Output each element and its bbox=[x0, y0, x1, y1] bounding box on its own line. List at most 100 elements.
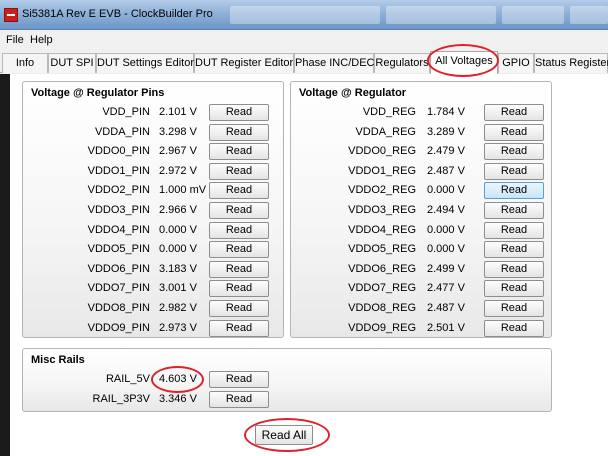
vddo2-pin-value: 1.000 mV bbox=[159, 184, 207, 197]
vdda-reg-read-button[interactable]: Read bbox=[484, 123, 544, 141]
vddo4-reg-read-button[interactable]: Read bbox=[484, 221, 544, 239]
vddo5-pin-value: 0.000 V bbox=[159, 243, 197, 256]
vdd-pin-value: 2.101 V bbox=[159, 106, 197, 118]
vddo5-pin-label: VDDO5_PIN bbox=[87, 243, 150, 256]
vddo6-pin-label: VDDO6_PIN bbox=[87, 262, 150, 275]
vddo7-reg-read-button[interactable]: Read bbox=[484, 280, 544, 298]
rail-5v-read-button[interactable]: Read bbox=[209, 371, 269, 388]
vdd-reg-label: VDD_REG bbox=[362, 106, 416, 118]
vddo8-reg-label: VDDO8_REG bbox=[348, 302, 416, 314]
vddo9-reg-read-button[interactable]: Read bbox=[484, 319, 544, 337]
regulator-panel: Voltage @ Regulator VDD_REG 1.784 V Read VD… bbox=[290, 81, 552, 338]
vddo6-pin-read-button[interactable]: Read bbox=[209, 260, 269, 278]
menu-bar: File Help bbox=[0, 30, 608, 50]
vddo2-reg-label: VDDO2_REG bbox=[348, 184, 416, 197]
tab-regulators[interactable]: Regulators bbox=[374, 53, 430, 73]
vddo7-reg-value: 2.477 V bbox=[427, 282, 465, 295]
vddo7-pin-label: VDDO7_PIN bbox=[87, 282, 150, 295]
vdd-pin-label: VDD_PIN bbox=[102, 106, 150, 118]
vddo6-reg-value: 2.499 V bbox=[427, 262, 465, 275]
tab-dut-register-editor[interactable]: DUT Register Editor bbox=[194, 53, 294, 73]
vddo8-reg-value: 2.487 V bbox=[427, 302, 465, 314]
vddo3-reg-value: 2.494 V bbox=[427, 204, 465, 216]
vddo0-reg-value: 2.479 V bbox=[427, 145, 465, 158]
rail-3p3v-read-button[interactable]: Read bbox=[209, 390, 269, 408]
vddo3-pin-label: VDDO3_PIN bbox=[87, 204, 150, 216]
vddo9-reg-value: 2.501 V bbox=[427, 321, 465, 334]
vddo3-reg-read-button[interactable]: Read bbox=[484, 202, 544, 219]
regulator-title: Voltage @ Regulator bbox=[299, 87, 407, 99]
vddo0-pin-read-button[interactable]: Read bbox=[209, 143, 269, 161]
background-tab[interactable] bbox=[570, 6, 608, 24]
menu-help[interactable]: Help bbox=[30, 34, 53, 46]
read-all-button[interactable]: Read All bbox=[255, 425, 313, 445]
vddo0-pin-label: VDDO0_PIN bbox=[87, 145, 150, 158]
vddo2-pin-label: VDDO2_PIN bbox=[87, 184, 150, 197]
tab-dut-spi[interactable]: DUT SPI bbox=[48, 53, 96, 73]
vddo7-reg-label: VDDO7_REG bbox=[348, 282, 416, 295]
tab-dut-settings-editor[interactable]: DUT Settings Editor bbox=[96, 53, 194, 73]
vddo2-pin-read-button[interactable]: Read bbox=[209, 182, 269, 200]
vddo8-pin-label: VDDO8_PIN bbox=[87, 302, 150, 314]
vddo0-reg-label: VDDO0_REG bbox=[348, 145, 416, 158]
vdd-reg-read-button[interactable]: Read bbox=[484, 104, 544, 121]
window-title: Si5381A Rev E EVB - ClockBuilder Pro bbox=[22, 8, 213, 20]
vddo1-reg-read-button[interactable]: Read bbox=[484, 162, 544, 180]
vddo1-pin-read-button[interactable]: Read bbox=[209, 162, 269, 180]
vdda-reg-value: 3.289 V bbox=[427, 125, 465, 138]
vddo6-reg-label: VDDO6_REG bbox=[348, 262, 416, 275]
background-tab[interactable] bbox=[230, 6, 380, 24]
vddo9-pin-value: 2.973 V bbox=[159, 321, 197, 334]
vddo5-pin-read-button[interactable]: Read bbox=[209, 241, 269, 259]
vddo3-reg-label: VDDO3_REG bbox=[348, 204, 416, 216]
menu-file[interactable]: File bbox=[6, 34, 24, 46]
vdd-reg-value: 1.784 V bbox=[427, 106, 465, 118]
rail-3p3v-value: 3.346 V bbox=[159, 392, 197, 405]
regulator-pins-panel: Voltage @ Regulator Pins VDD_PIN 2.101 V R… bbox=[22, 81, 284, 338]
vdda-pin-read-button[interactable]: Read bbox=[209, 123, 269, 141]
tab-phase-inc-dec[interactable]: Phase INC/DEC bbox=[294, 53, 374, 73]
tab-all-voltages[interactable]: All Voltages bbox=[430, 51, 498, 74]
vddo1-pin-value: 2.972 V bbox=[159, 164, 197, 177]
vddo9-pin-label: VDDO9_PIN bbox=[87, 321, 150, 334]
vddo5-reg-label: VDDO5_REG bbox=[348, 243, 416, 256]
vddo7-pin-value: 3.001 V bbox=[159, 282, 197, 295]
background-tab[interactable] bbox=[502, 6, 564, 24]
vddo5-reg-read-button[interactable]: Read bbox=[484, 241, 544, 259]
vddo2-reg-read-button[interactable]: Read bbox=[484, 182, 544, 200]
background-tab[interactable] bbox=[386, 6, 496, 24]
vddo1-reg-label: VDDO1_REG bbox=[348, 164, 416, 177]
regulator-pins-title: Voltage @ Regulator Pins bbox=[31, 87, 165, 99]
vddo0-reg-read-button[interactable]: Read bbox=[484, 143, 544, 161]
misc-rails-title: Misc Rails bbox=[31, 354, 85, 366]
tab-info[interactable]: Info bbox=[2, 53, 48, 73]
vddo6-reg-read-button[interactable]: Read bbox=[484, 260, 544, 278]
vddo1-pin-label: VDDO1_PIN bbox=[87, 164, 150, 177]
vddo6-pin-value: 3.183 V bbox=[159, 262, 197, 275]
vddo3-pin-value: 2.966 V bbox=[159, 204, 197, 216]
vddo8-pin-value: 2.982 V bbox=[159, 302, 197, 314]
vdda-pin-value: 3.298 V bbox=[159, 125, 197, 138]
vddo2-reg-value: 0.000 V bbox=[427, 184, 465, 197]
vddo7-pin-read-button[interactable]: Read bbox=[209, 280, 269, 298]
vddo9-reg-label: VDDO9_REG bbox=[348, 321, 416, 334]
vddo5-reg-value: 0.000 V bbox=[427, 243, 465, 256]
tab-strip: Info DUT SPI DUT Settings Editor DUT Reg… bbox=[0, 51, 608, 74]
window-titlebar: Si5381A Rev E EVB - ClockBuilder Pro bbox=[0, 0, 608, 30]
vddo9-pin-read-button[interactable]: Read bbox=[209, 319, 269, 337]
vddo4-pin-label: VDDO4_PIN bbox=[87, 223, 150, 236]
vddo4-pin-read-button[interactable]: Read bbox=[209, 221, 269, 239]
tab-gpio[interactable]: GPIO bbox=[498, 53, 534, 73]
tab-status-registers[interactable]: Status Registers bbox=[534, 53, 608, 73]
vddo8-pin-read-button[interactable]: Read bbox=[209, 300, 269, 317]
vddo0-pin-value: 2.967 V bbox=[159, 145, 197, 158]
vdda-reg-label: VDDA_REG bbox=[355, 125, 416, 138]
vddo4-pin-value: 0.000 V bbox=[159, 223, 197, 236]
vdd-pin-read-button[interactable]: Read bbox=[209, 104, 269, 121]
rail-3p3v-label: RAIL_3P3V bbox=[92, 392, 150, 405]
vddo4-reg-label: VDDO4_REG bbox=[348, 223, 416, 236]
vddo3-pin-read-button[interactable]: Read bbox=[209, 202, 269, 219]
rail-5v-value: 4.603 V bbox=[159, 373, 197, 385]
misc-rails-panel: Misc Rails RAIL_5V 4.603 V Read RAIL_3P3V 3.… bbox=[22, 348, 552, 412]
vddo8-reg-read-button[interactable]: Read bbox=[484, 300, 544, 317]
